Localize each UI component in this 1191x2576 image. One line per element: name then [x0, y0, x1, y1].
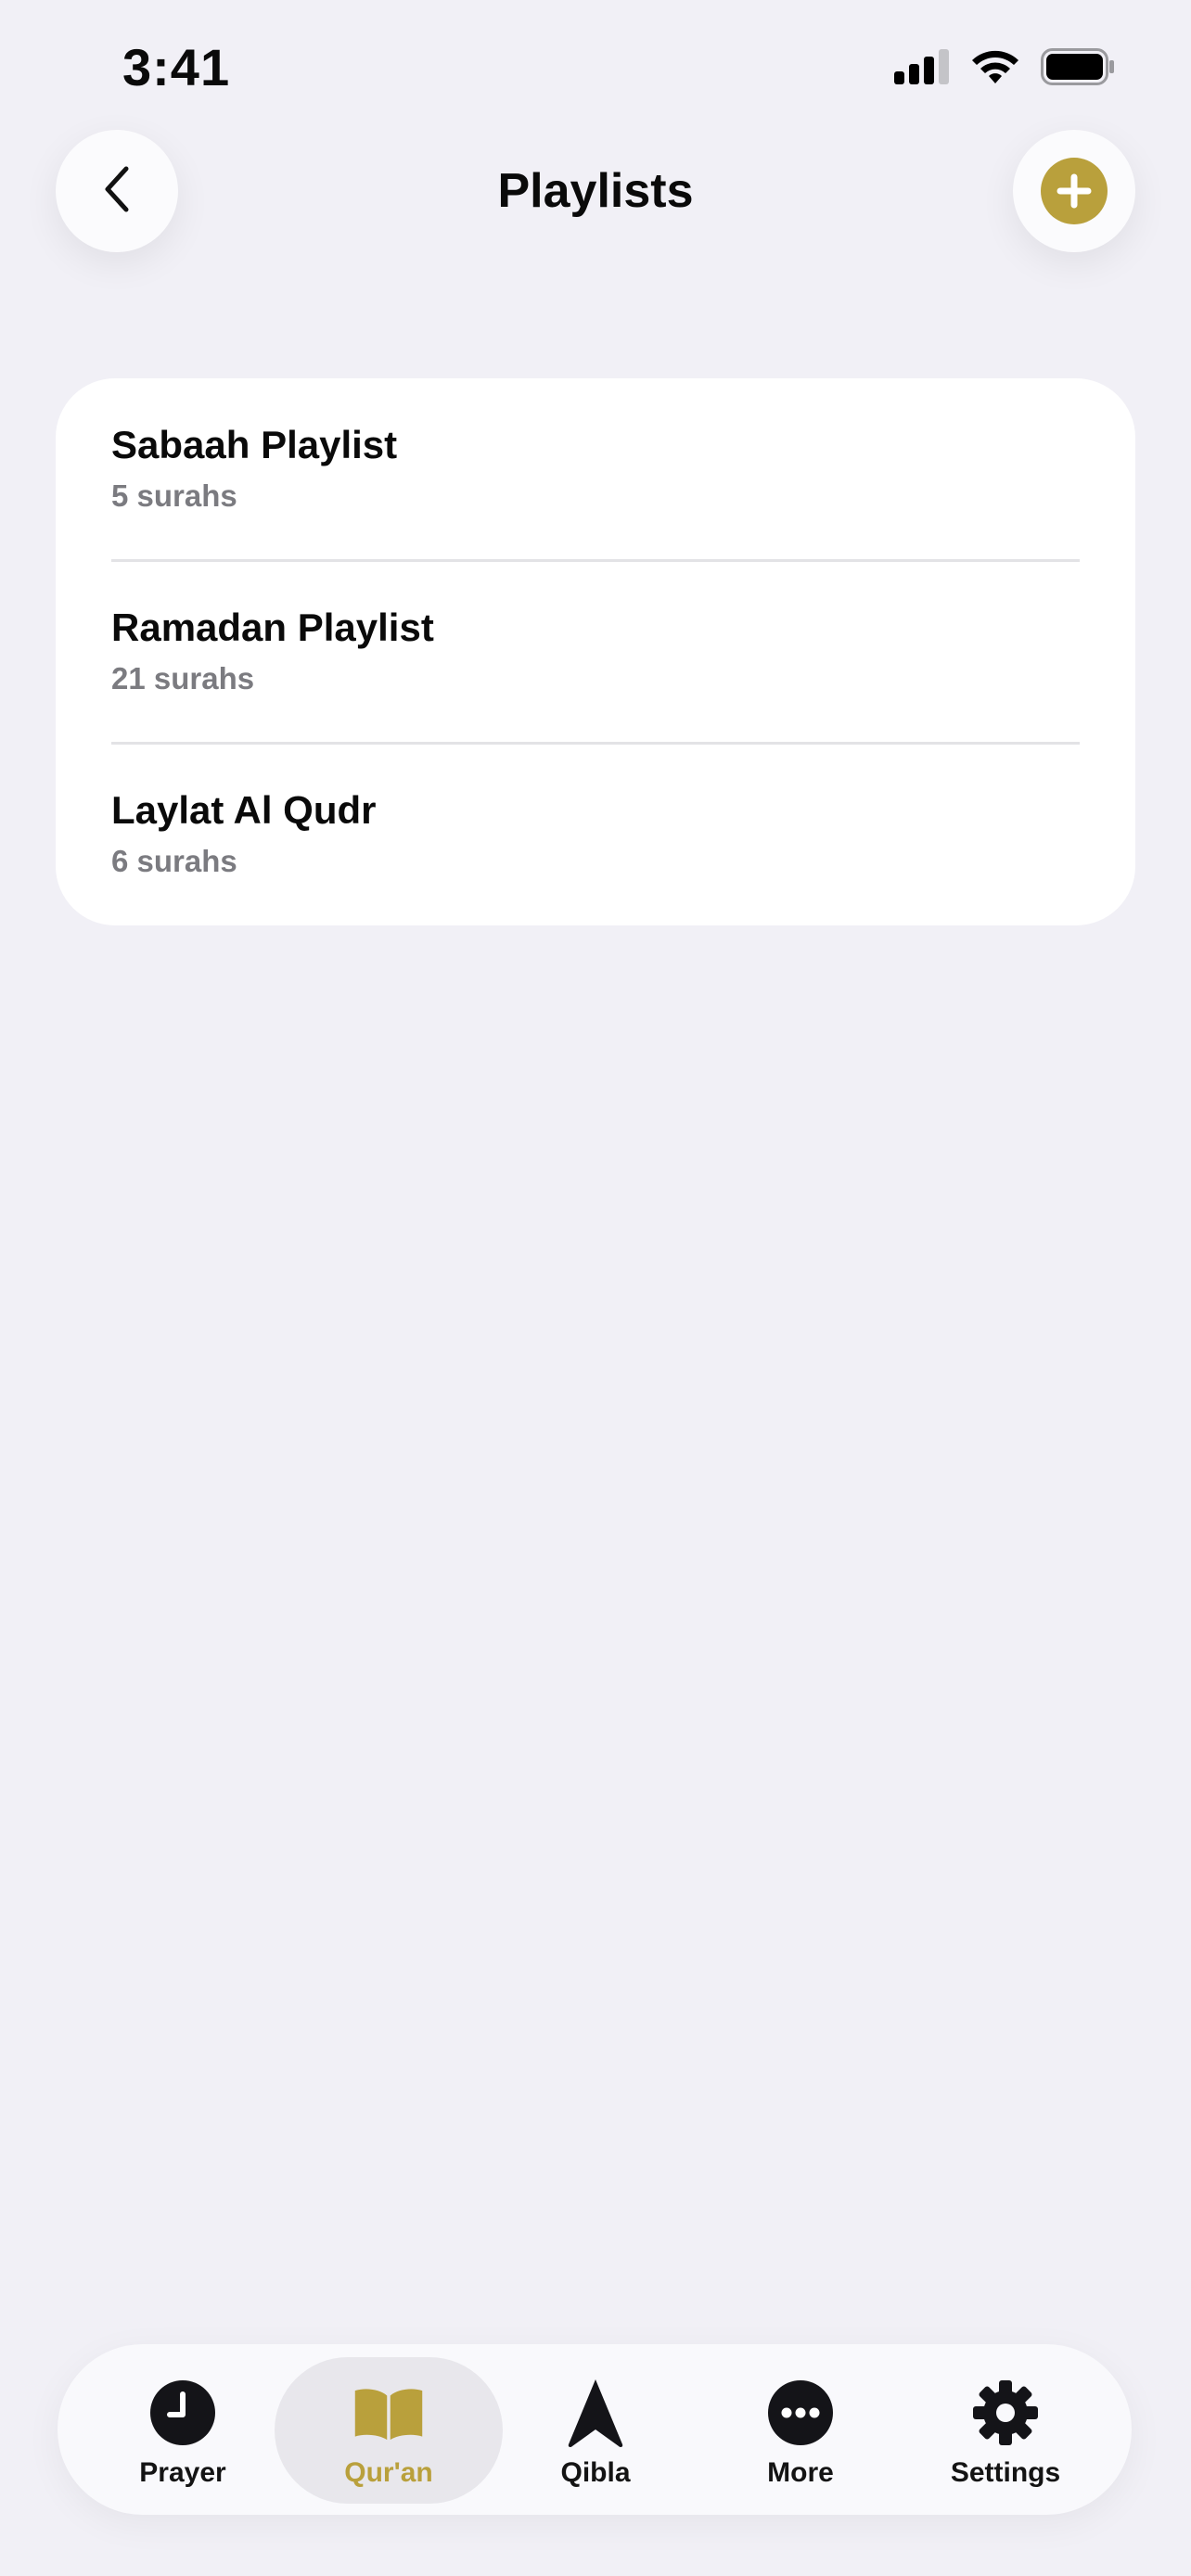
status-icons [894, 48, 1115, 90]
status-time: 3:41 [122, 38, 231, 96]
tab-more[interactable]: More [708, 2344, 893, 2515]
cellular-signal-icon [894, 49, 950, 89]
add-playlist-button[interactable] [1013, 130, 1135, 252]
tab-label: Qibla [560, 2457, 631, 2488]
battery-icon [1041, 48, 1115, 90]
playlist-row-ramadan[interactable]: Ramadan Playlist 21 surahs [111, 561, 1080, 743]
tab-prayer[interactable]: Prayer [90, 2344, 275, 2515]
plus-circle-icon [1041, 158, 1108, 224]
playlist-name: Laylat Al Qudr [111, 788, 377, 832]
tab-bar: Prayer Qur'an Qibla More Settings [58, 2344, 1132, 2515]
playlist-count: 5 surahs [111, 478, 237, 513]
tab-label: Qur'an [344, 2457, 433, 2488]
tab-qibla[interactable]: Qibla [503, 2344, 688, 2515]
playlist-list: Sabaah Playlist 5 surahs Ramadan Playlis… [56, 378, 1135, 925]
ellipsis-circle-icon [765, 2378, 836, 2448]
book-icon [353, 2378, 424, 2448]
tab-label: Settings [950, 2457, 1061, 2488]
playlist-count: 21 surahs [111, 661, 255, 695]
tab-quran[interactable]: Qur'an [296, 2344, 481, 2515]
gear-icon [970, 2378, 1041, 2448]
playlist-name: Sabaah Playlist [111, 423, 398, 466]
playlist-name: Ramadan Playlist [111, 606, 434, 649]
wifi-icon [970, 48, 1020, 90]
tab-label: Prayer [139, 2457, 226, 2488]
tab-settings[interactable]: Settings [913, 2344, 1098, 2515]
clock-icon [147, 2378, 218, 2448]
tab-label: More [767, 2457, 834, 2488]
header: Playlists [0, 130, 1191, 255]
playlist-row-sabaah[interactable]: Sabaah Playlist 5 surahs [111, 378, 1080, 560]
compass-arrow-icon [560, 2378, 631, 2448]
status-bar: 3:41 [0, 0, 1191, 130]
playlist-row-laylat-al-qudr[interactable]: Laylat Al Qudr 6 surahs [111, 744, 1080, 925]
playlist-count: 6 surahs [111, 844, 237, 878]
